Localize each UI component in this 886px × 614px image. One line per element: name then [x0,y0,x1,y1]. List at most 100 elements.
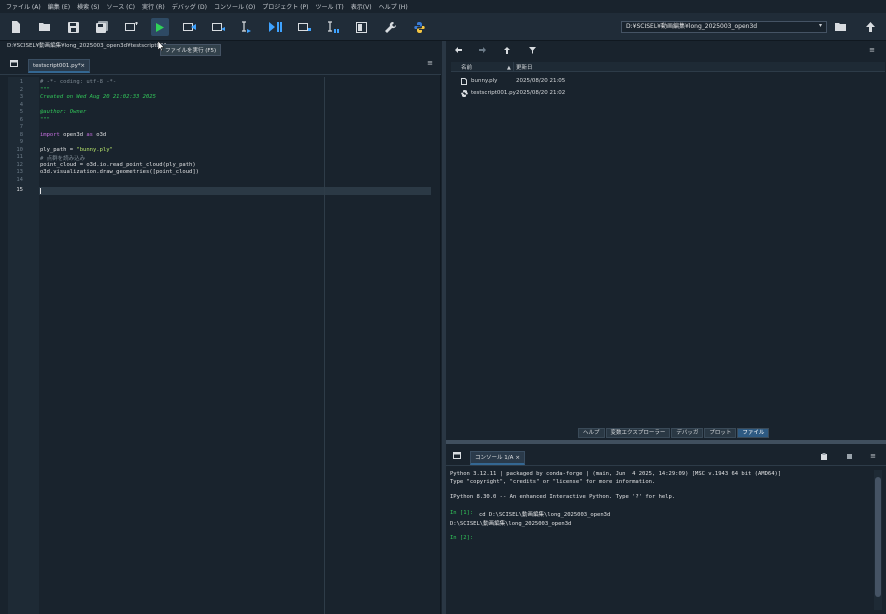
line-number-current: 15 [16,187,23,193]
debug-cell-icon [297,23,311,31]
code-line: Created on Wed Aug 20 21:02:33 2025 [40,94,156,100]
tab-debugger[interactable]: デバッガ [671,428,704,438]
line-number: 4 [19,101,23,108]
chevron-down-icon[interactable]: ▾ [819,22,826,32]
console-scrollbar-thumb[interactable] [875,477,881,597]
run-cell-advance-button[interactable] [209,18,227,36]
console-line: D:\SCISEL\動画編集\long_2025003_open3d [450,521,572,527]
code-line: ply_path = "bunny.ply" [40,147,113,153]
save-all-button[interactable] [93,18,111,36]
parent-directory-button[interactable] [861,18,879,36]
menu-search[interactable]: 検索 (S) [77,2,99,11]
run-cell-button[interactable] [180,18,198,36]
browse-tabs-icon[interactable] [9,58,19,68]
tab-files[interactable]: ファイル [737,428,770,438]
keyword: as [86,131,93,138]
menu-file[interactable]: ファイル (A) [6,2,41,11]
column-header-name[interactable]: 名前 [461,63,472,71]
current-line-highlight [39,187,431,195]
files-options-icon[interactable]: ≡ [867,45,877,55]
menu-debug[interactable]: デバッグ (D) [172,2,207,11]
identifier: o3d [93,131,107,138]
menu-source[interactable]: ソース (C) [107,2,135,11]
editor-options-icon[interactable]: ≡ [425,58,435,68]
text-cursor-run-icon [242,21,251,33]
maximize-pane-button[interactable] [352,18,370,36]
identifier: open3d [59,131,87,138]
console-tab-label: コンソール 1/A [475,455,514,461]
open-file-button[interactable] [36,18,54,36]
preferences-button[interactable] [381,18,399,36]
debug-selection-button[interactable] [323,18,341,36]
menu-project[interactable]: プロジェクト (P) [262,2,308,11]
close-icon[interactable]: × [80,60,85,72]
column-header-modified[interactable]: 更新日 [516,63,533,71]
tab-variable-explorer[interactable]: 変数エクスプローラー [605,428,671,438]
python-path-manager-button[interactable] [410,18,428,36]
text-cursor [40,188,41,194]
run-cell-icon [182,23,196,31]
console-prompt: In [2]: [450,535,474,541]
line-number: 13 [16,169,23,175]
menu-help[interactable]: ヘルプ (H) [379,2,408,11]
menu-run[interactable]: 実行 (R) [142,2,165,11]
console-line: IPython 8.30.0 -- An enhanced Interactiv… [450,494,676,500]
line-number: 5 [19,109,23,115]
files-pane [446,41,886,439]
menu-edit[interactable]: 編集 (E) [48,2,70,11]
line-number: 12 [16,161,23,168]
new-cell-button[interactable] [122,18,140,36]
working-directory-combobox[interactable]: D:¥SCISEL¥動画編集¥long_2025003_open3d [621,21,827,33]
line-number: 9 [19,139,23,145]
new-file-icon [12,21,20,33]
debug-file-button[interactable] [266,18,284,36]
run-file-button[interactable] [151,18,169,36]
filter-icon[interactable] [527,45,537,55]
menu-view[interactable]: 表示(V) [351,2,372,11]
tab-console[interactable]: コンソール 1/A × [470,451,525,465]
line-number: 1 [19,79,23,85]
folder-open-icon [835,23,846,31]
browse-tabs-icon[interactable] [452,450,462,460]
console-prompt: In [1]: [450,510,474,516]
line-number: 14 [16,176,23,183]
code-line: @author: Owner [40,109,87,115]
console-line: Python 3.12.11 | packaged by conda-forge… [450,471,782,477]
browse-directory-button[interactable] [832,18,850,36]
line-number: 2 [19,86,23,93]
arrow-left-icon[interactable] [453,45,463,55]
run-selection-button[interactable] [237,18,255,36]
console-options-icon[interactable]: ≡ [868,451,878,461]
python-icon [413,21,425,33]
arrow-up-icon[interactable] [502,45,512,55]
cell-add-icon [124,22,138,31]
menu-console[interactable]: コンソール (O) [214,2,255,11]
line-number: 11 [16,154,23,160]
keyword: import [40,131,60,138]
tab-testscript001[interactable]: testscript001.py* × [28,59,90,73]
tab-help[interactable]: ヘルプ [578,428,605,438]
debug-cell-button[interactable] [295,18,313,36]
code-line: o3d.visualization.draw_geometries([point… [40,169,199,175]
file-name: bunny.ply [471,78,498,84]
new-file-button[interactable] [7,18,25,36]
stop-icon[interactable] [844,451,854,461]
clipboard-icon[interactable] [819,451,829,461]
text-cursor-debug-icon [327,21,339,33]
code-line: """ [40,116,50,123]
line-number: 6 [19,116,23,123]
file-date: 2025/08/20 21:05 [516,78,566,84]
console-pane [446,444,886,614]
close-icon[interactable]: × [515,452,520,464]
arrow-right-icon[interactable] [477,45,487,55]
file-date: 2025/08/20 21:02 [516,90,566,96]
tab-plots[interactable]: プロット [704,428,737,438]
code-line: point_cloud = o3d.io.read_point_cloud(pl… [40,161,196,168]
tab-label: testscript001.py* [33,63,81,69]
save-button[interactable] [64,18,82,36]
menu-tools[interactable]: ツール (T) [316,2,344,11]
sort-ascending-icon: ▲ [507,65,511,71]
arrow-up-icon [865,22,875,32]
maximize-pane-icon [355,21,367,33]
code-editor[interactable] [39,77,439,614]
